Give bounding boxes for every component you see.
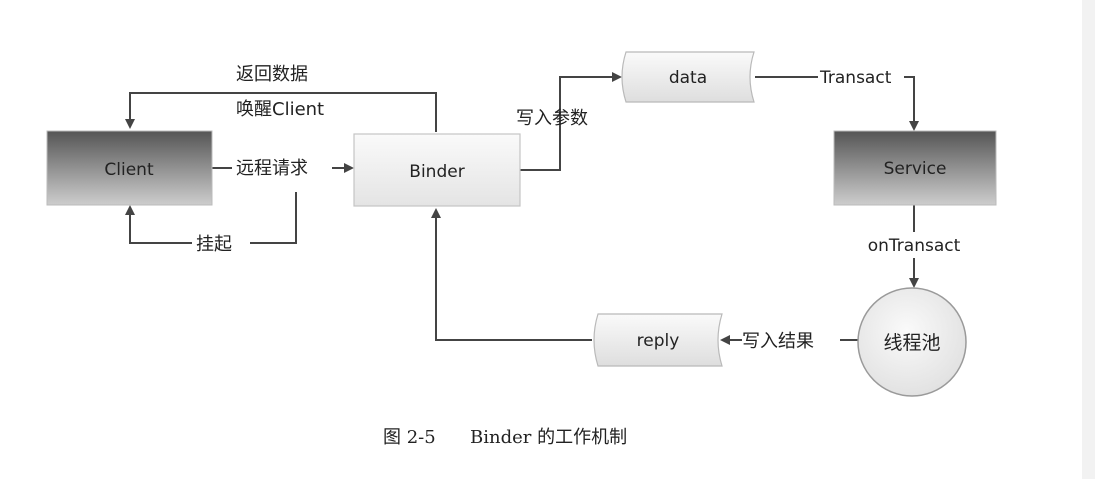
binder-diagram: Client Binder data Service 线程池 reply 返回数… bbox=[46, 51, 997, 448]
reply-label: reply bbox=[637, 331, 680, 351]
thread-pool-label: 线程池 bbox=[883, 332, 940, 354]
client-label: Client bbox=[104, 160, 154, 180]
write-params-label: 写入参数 bbox=[516, 108, 588, 129]
figure-caption: Binder 的工作机制 bbox=[470, 427, 627, 448]
on-transact-label: onTransact bbox=[868, 236, 961, 256]
thread-pool-node: 线程池 bbox=[857, 287, 967, 397]
transact-arrow-right bbox=[904, 76, 919, 131]
data-node: data bbox=[621, 51, 755, 103]
transact-label: Transact bbox=[819, 68, 892, 88]
wake-client-label: 唤醒Client bbox=[236, 99, 324, 120]
service-label: Service bbox=[884, 159, 947, 179]
binder-label: Binder bbox=[409, 162, 464, 182]
data-label: data bbox=[669, 68, 707, 88]
client-node: Client bbox=[46, 130, 213, 206]
return-data-label: 返回数据 bbox=[236, 64, 308, 85]
figure-number: 图 2-5 bbox=[383, 427, 436, 448]
service-node: Service bbox=[833, 130, 997, 206]
reply-to-binder-arrow bbox=[431, 208, 592, 341]
binder-node: Binder bbox=[353, 133, 521, 207]
suspend-arrow-left bbox=[125, 205, 192, 244]
remote-request-label: 远程请求 bbox=[236, 158, 308, 179]
suspend-label: 挂起 bbox=[196, 234, 232, 255]
suspend-arrow-right bbox=[250, 192, 297, 244]
write-result-label: 写入结果 bbox=[742, 331, 814, 352]
reply-node: reply bbox=[593, 313, 723, 367]
